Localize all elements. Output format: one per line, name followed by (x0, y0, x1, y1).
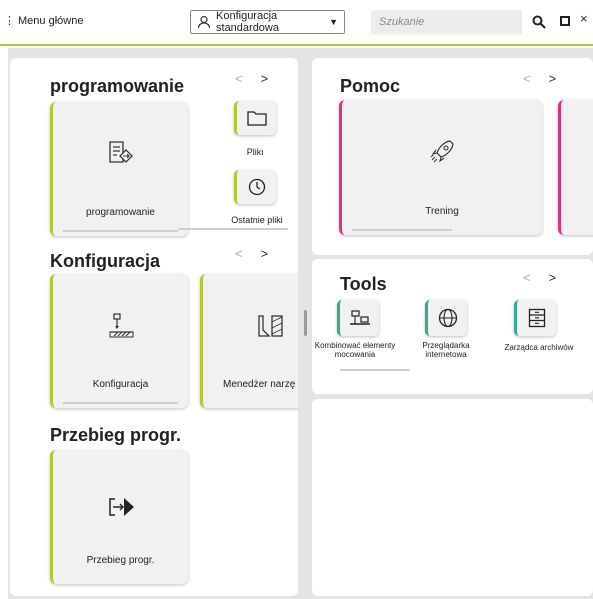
prev-arrow-icon[interactable]: < (235, 246, 243, 261)
configuration-select-label: Konfiguracja standardowa (216, 10, 279, 34)
main-menu-label: Menu główne (18, 14, 84, 27)
fixture-combine-label: Kombinować elementy mocowania (314, 341, 396, 359)
configuration-card[interactable]: Konfiguracja (50, 274, 188, 408)
fixture-combine-tile[interactable] (337, 300, 379, 336)
menu-dots-icon: ⋮ (4, 15, 15, 27)
clock-icon (248, 178, 265, 196)
dropdown-arrow-icon: ▼ (329, 17, 338, 27)
search-input[interactable] (371, 10, 522, 34)
programming-nav: < > (235, 71, 268, 86)
training-card[interactable]: Trening (339, 100, 542, 235)
card-progress-bar (352, 229, 452, 231)
configuration-card-label: Konfiguracja (92, 379, 149, 390)
left-pane: programowanie < > programowanie Pliki Os… (10, 58, 298, 596)
workspace: programowanie < > programowanie Pliki Os… (8, 48, 593, 599)
main-menu-button[interactable]: ⋮ Menu główne (4, 14, 84, 28)
configuration-nav: < > (235, 246, 268, 261)
recent-files-label: Ostatnie pliki (231, 215, 283, 225)
empty-panel (312, 399, 593, 596)
scroll-indicator (340, 369, 410, 371)
archive-manager-label: Zarządca archiwów (504, 343, 574, 352)
prev-arrow-icon[interactable]: < (235, 71, 243, 86)
tool-manager-icon (257, 315, 283, 337)
machine-setup-icon (109, 313, 133, 338)
archive-manager-tile[interactable] (514, 300, 556, 336)
help-title: Pomoc (340, 76, 401, 96)
card-progress-bar (63, 402, 178, 404)
top-bar: ⋮ Menu główne Konfiguracja standardowa ▼… (0, 0, 593, 46)
next-arrow-icon[interactable]: > (261, 71, 269, 86)
recent-files-tile[interactable] (234, 170, 276, 204)
tool-manager-card-label: Menedżer narzę (223, 379, 296, 390)
next-arrow-icon[interactable]: > (549, 71, 557, 86)
programming-card[interactable]: programowanie (50, 102, 188, 236)
configuration-select[interactable]: Konfiguracja standardowa ▼ (190, 10, 345, 34)
help-card-partial[interactable] (558, 100, 593, 235)
globe-icon (438, 308, 457, 328)
scroll-indicator (178, 228, 288, 230)
user-icon (197, 15, 211, 29)
next-arrow-icon[interactable]: > (549, 270, 557, 285)
program-run-icon (108, 498, 134, 516)
program-run-card[interactable]: Przebieg progr. (50, 450, 188, 584)
training-card-label: Trening (425, 206, 459, 217)
help-nav: < > (523, 71, 556, 86)
help-panel: Pomoc < > Trening (312, 58, 593, 255)
pane-resize-handle[interactable] (304, 310, 307, 336)
configuration-title: Konfiguracja (50, 251, 161, 271)
prev-arrow-icon[interactable]: < (523, 270, 531, 285)
programming-card-label: programowanie (86, 207, 155, 218)
web-browser-label: Przeglądarka internetowa (422, 341, 470, 359)
card-progress-bar (63, 230, 178, 232)
search-icon[interactable] (532, 15, 546, 29)
tools-title: Tools (340, 274, 387, 294)
program-run-card-label: Przebieg progr. (86, 555, 155, 566)
files-tile[interactable] (234, 101, 276, 135)
archive-icon (528, 308, 545, 328)
program-edit-icon (108, 141, 133, 163)
tools-panel: Tools < > Kombinować elementy mocowania … (312, 259, 593, 394)
rocket-icon (430, 140, 454, 163)
next-arrow-icon[interactable]: > (261, 246, 269, 261)
tools-nav: < > (523, 270, 556, 285)
programming-title: programowanie (50, 76, 185, 96)
prev-arrow-icon[interactable]: < (523, 71, 531, 86)
maximize-icon[interactable] (560, 16, 570, 26)
web-browser-tile[interactable] (425, 300, 467, 336)
files-label: Pliki (246, 147, 264, 157)
close-icon[interactable]: × (580, 11, 588, 26)
program-run-title: Przebieg progr. (50, 425, 182, 445)
folder-icon (246, 111, 267, 126)
fixture-icon (349, 310, 370, 325)
tool-manager-card[interactable]: Menedżer narzę (200, 274, 298, 408)
